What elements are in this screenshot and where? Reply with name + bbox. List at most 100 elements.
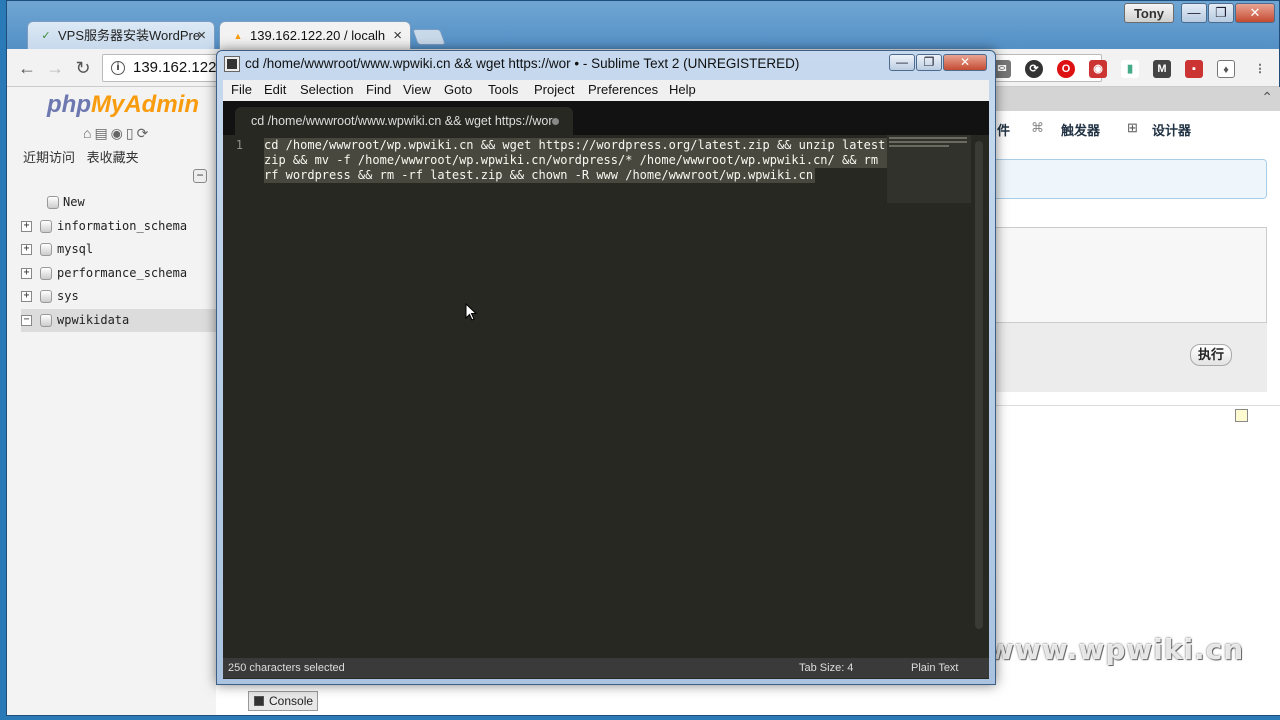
code-line: zip && mv -f /home/wwwroot/wp.wpwiki.cn/… <box>264 153 895 168</box>
extension-icon[interactable]: ▪ <box>1185 60 1203 78</box>
tree-item-database[interactable]: + performance_schema <box>21 262 216 286</box>
tree-item-new[interactable]: New <box>21 191 216 215</box>
close-tab-icon[interactable]: × <box>393 22 402 49</box>
database-icon <box>40 266 52 280</box>
m-extension-icon[interactable]: M <box>1153 60 1171 78</box>
database-icon <box>40 313 52 327</box>
phpmyadmin-favicon-icon: ▲ <box>233 31 243 41</box>
minimize-button[interactable]: — <box>1181 3 1207 23</box>
close-tab-icon[interactable]: × <box>197 22 206 49</box>
console-tab[interactable]: Console <box>248 691 318 711</box>
menu-file[interactable]: File <box>231 82 252 97</box>
database-icon <box>40 219 52 233</box>
query-panel <box>991 227 1267 392</box>
editor-tab[interactable]: cd /home/wwwroot/www.wpwiki.cn && wget h… <box>235 107 573 135</box>
collapse-all-icon[interactable]: − <box>193 169 207 183</box>
editor-tabbar: cd /home/wwwroot/www.wpwiki.cn && wget h… <box>223 101 989 135</box>
sublime-maximize-button[interactable]: ❐ <box>916 54 942 71</box>
code-text[interactable]: cd /home/wwwroot/wp.wpwiki.cn && wget ht… <box>264 138 895 183</box>
tab-size-status[interactable]: Tab Size: 4 <box>799 658 853 678</box>
sublime-menubar: File Edit Selection Find View Goto Tools… <box>223 80 989 101</box>
tab-title: 139.162.122.20 / localh <box>250 28 386 43</box>
browser-tab-wordpress[interactable]: ✓ VPS服务器安装WordPre × <box>27 21 215 49</box>
database-icon <box>40 243 52 256</box>
menu-goto[interactable]: Goto <box>444 82 472 97</box>
editor-area[interactable]: cd /home/wwwroot/www.wpwiki.cn && wget h… <box>223 101 989 679</box>
tree-item-database[interactable]: + sys <box>21 285 216 309</box>
tab-triggers[interactable]: 触发器 <box>1061 120 1100 139</box>
pma-tabs: 件 ⌘ 触发器 ⊞ 设计器 <box>991 112 1280 146</box>
opera-extension-icon[interactable]: O <box>1057 60 1075 78</box>
menu-find[interactable]: Find <box>366 82 391 97</box>
menu-tools[interactable]: Tools <box>488 82 518 97</box>
chart-extension-icon[interactable]: ▮ <box>1121 60 1139 78</box>
designer-icon: ⊞ <box>1127 120 1138 135</box>
console-icon <box>254 696 264 706</box>
vertical-scrollbar[interactable] <box>975 141 983 629</box>
pma-nav-icons[interactable]: ⌂▤◉▯⟳ <box>83 125 151 142</box>
lightbulb-extension-icon[interactable]: ♦ <box>1217 60 1235 78</box>
database-icon <box>40 290 52 303</box>
triggers-icon: ⌘ <box>1031 120 1044 135</box>
menu-project[interactable]: Project <box>534 82 574 97</box>
collapse-top-icon[interactable]: ⌃ <box>1261 89 1273 106</box>
pma-navigation: phpMyAdmin ⌂▤◉▯⟳ 近期访问 表收藏夹 − New + inform… <box>7 87 216 715</box>
pma-topbar: ⌃ <box>991 87 1280 111</box>
menu-preferences[interactable]: Preferences <box>588 82 658 97</box>
expand-icon[interactable]: + <box>21 244 32 255</box>
syntax-status[interactable]: Plain Text <box>911 658 959 678</box>
new-db-icon <box>47 196 59 209</box>
database-tree: New + information_schema + mysql + performa… <box>21 191 216 332</box>
back-icon[interactable]: ← <box>15 56 39 80</box>
profile-button[interactable]: Tony <box>1124 3 1174 23</box>
extension-icon[interactable]: ⟳ <box>1025 60 1043 78</box>
note-icon[interactable] <box>1235 409 1248 422</box>
tab-strip: ✓ VPS服务器安装WordPre × ▲ 139.162.122.20 / l… <box>7 1 1279 49</box>
tab-designer[interactable]: 设计器 <box>1152 120 1191 139</box>
menu-selection[interactable]: Selection <box>300 82 353 97</box>
wordpress-favicon-icon: ✓ <box>41 30 51 42</box>
reload-icon[interactable]: ↻ <box>71 56 95 80</box>
line-number: 1 <box>235 138 243 152</box>
minimap[interactable] <box>887 135 971 203</box>
code-line: rf wordpress && rm -rf latest.zip && cho… <box>264 168 816 183</box>
collapse-icon[interactable]: − <box>21 314 32 326</box>
info-icon[interactable]: i <box>111 61 125 75</box>
phpmyadmin-logo[interactable]: phpMyAdmin <box>47 91 199 119</box>
sublime-minimize-button[interactable]: — <box>889 54 915 71</box>
pma-links: 近期访问 表收藏夹 <box>23 147 147 166</box>
extension-icon[interactable]: ◉ <box>1089 60 1107 78</box>
status-bar: 250 characters selected Tab Size: 4 Plai… <box>223 658 989 678</box>
tree-item-database[interactable]: + information_schema <box>21 215 216 239</box>
maximize-button[interactable]: ❐ <box>1208 3 1234 23</box>
expand-icon[interactable]: + <box>21 220 32 232</box>
menu-help[interactable]: Help <box>669 82 696 97</box>
expand-icon[interactable]: + <box>21 291 32 302</box>
menu-icon[interactable]: ⋮ <box>1251 60 1269 78</box>
favorites-link[interactable]: 表收藏夹 <box>87 150 139 165</box>
sublime-app-icon <box>224 56 240 72</box>
watermark: www.wpwiki.cn <box>988 633 1245 666</box>
recent-link[interactable]: 近期访问 <box>23 150 75 165</box>
browser-tab-phpmyadmin[interactable]: ▲ 139.162.122.20 / localh × <box>219 21 411 49</box>
code-line: cd /home/wwwroot/wp.wpwiki.cn && wget ht… <box>264 138 895 153</box>
divider <box>991 405 1280 406</box>
selection-status: 250 characters selected <box>228 662 345 674</box>
mouse-cursor-icon <box>465 303 477 321</box>
tree-item-database-selected[interactable]: − wpwikidata <box>21 308 216 332</box>
execute-button[interactable]: 执行 <box>1190 344 1232 366</box>
new-tab-button[interactable] <box>412 29 446 45</box>
unsaved-dot-icon[interactable] <box>552 118 559 125</box>
tab-title: VPS服务器安装WordPre <box>58 28 201 43</box>
sublime-close-button[interactable]: ✕ <box>943 54 987 71</box>
notice-box <box>991 159 1267 199</box>
tree-item-database[interactable]: + mysql <box>21 238 216 262</box>
menu-edit[interactable]: Edit <box>264 82 286 97</box>
menu-view[interactable]: View <box>403 82 431 97</box>
sublime-window: cd /home/wwwroot/www.wpwiki.cn && wget h… <box>216 50 996 685</box>
forward-icon[interactable]: → <box>43 56 67 80</box>
expand-icon[interactable]: + <box>21 267 32 279</box>
tab-events[interactable]: 件 <box>997 120 1010 139</box>
sublime-title: cd /home/wwwroot/www.wpwiki.cn && wget h… <box>245 56 800 71</box>
close-window-button[interactable]: ✕ <box>1235 3 1275 23</box>
